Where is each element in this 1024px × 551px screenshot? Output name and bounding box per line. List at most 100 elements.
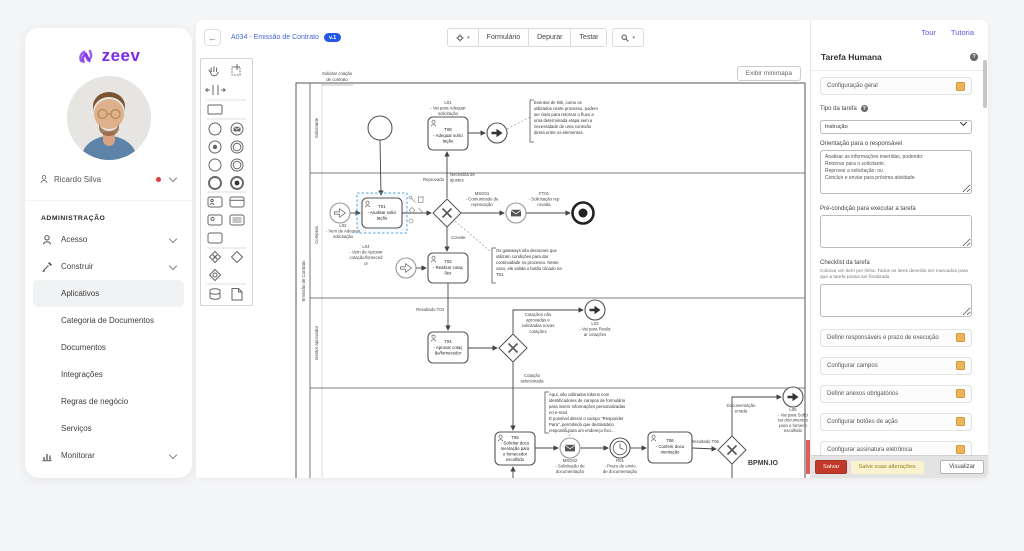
hand-tool-icon[interactable] [208, 66, 219, 77]
create-dataobject-icon[interactable] [231, 288, 243, 301]
section-definir-responsaveis[interactable]: Definir responsáveis e prazo de execução [820, 328, 972, 347]
create-message-start-event-icon[interactable] [230, 122, 244, 136]
annotation-link-events[interactable]: Eventos de link, como os utilizados neste… [529, 99, 598, 143]
form-button[interactable]: Formulário [477, 28, 530, 47]
link-throw-event-l01[interactable] [486, 122, 508, 144]
sidebar-item-integracoes[interactable]: Integrações [33, 361, 184, 388]
create-intermediate-catch-event-icon[interactable] [230, 140, 244, 154]
timer-event-r01[interactable] [609, 437, 631, 459]
section-configurar-assinatura[interactable]: Configurar assinatura eletrônica [820, 440, 972, 456]
flow-label-doc-errada: Documentação errada [727, 403, 757, 414]
gateway-t01-result[interactable] [432, 198, 462, 228]
panel-body: Configuração geral Tipo da tarefa ? Inst… [811, 71, 981, 456]
orientation-label: Orientação para o responsável [820, 141, 903, 147]
settings-dropdown[interactable]: ▾ [447, 28, 479, 47]
sidebar-item-categoria-de-documentos[interactable]: Categoria de Documentos [33, 307, 184, 334]
sidebar-item-regras-de-negocio[interactable]: Regras de negócio [33, 388, 184, 415]
user-menu[interactable]: Ricardo Silva [25, 170, 192, 188]
section-configuracao-geral[interactable]: Configuração geral [820, 77, 972, 95]
precondition-textarea[interactable] [820, 215, 972, 248]
section-configurar-botoes[interactable]: Configurar botões de ação [820, 412, 972, 431]
create-complex-gateway-icon[interactable] [208, 268, 222, 282]
sidebar-item-servicos[interactable]: Serviços [33, 415, 184, 442]
start-event[interactable] [367, 115, 393, 141]
task-t02[interactable]: T02- Realizar cotaç ões [427, 252, 469, 284]
task-type-select[interactable]: Instrução [820, 120, 972, 134]
create-end-event-icon[interactable] [208, 176, 222, 190]
message-send-event-msg02[interactable] [559, 437, 581, 459]
bpmn-canvas[interactable]: Exibir minimapa Emissão de Contrato Soli… [196, 55, 810, 478]
terminate-end-event[interactable] [571, 201, 595, 225]
create-receive-task-icon[interactable] [207, 214, 223, 226]
create-exclusive-gateway-icon[interactable] [208, 250, 222, 264]
task-t06[interactable]: T06- Conferir docu mentação [647, 431, 693, 464]
task-type-label: Tipo da tarefa ? [820, 105, 868, 112]
context-pad[interactable] [408, 195, 425, 224]
zoom-dropdown[interactable]: ▾ [612, 28, 644, 47]
l03-label: L03- Vai para Realiz ar cotações [579, 321, 610, 337]
r01-label: R01- Prazo de envio de documentação [603, 458, 638, 474]
create-parallel-gateway-icon[interactable] [230, 250, 244, 264]
flow-label-resultado-t06: Resultado T06 [691, 439, 719, 444]
sidebar-item-monitorar[interactable]: Monitorar [33, 442, 184, 469]
gateway-t06-result[interactable] [717, 435, 747, 465]
create-script-task-icon[interactable] [229, 214, 245, 226]
link-catch-event-l02[interactable] [329, 202, 351, 224]
panel-header: Tarefa Humana ? [811, 44, 988, 71]
svg-text:Os gateways são decisores queu: Os gateways são decisores que utilizam co… [496, 248, 562, 277]
create-service-task-icon[interactable] [229, 196, 245, 208]
task-t05[interactable]: T05- Solicitar docu mentação para o fornec… [494, 431, 536, 466]
back-button[interactable]: ← [204, 29, 221, 46]
checklist-textarea[interactable] [820, 283, 972, 317]
orientation-textarea[interactable]: Analisar as informações inseridas, poden… [820, 150, 972, 194]
create-start-event-icon[interactable] [208, 122, 222, 136]
preview-button[interactable]: Visualizar [940, 460, 984, 474]
save-button[interactable]: Salvar [815, 460, 848, 474]
create-task-icon[interactable] [207, 232, 223, 244]
flow-label-cotacao-sel: Cotação selecionada [521, 373, 545, 384]
brand-name: zeev [101, 46, 141, 65]
unsaved-changes-note: Salve suas alterações. [851, 460, 924, 474]
panel-footer: Salvar Salve suas alterações. Visualizar [811, 455, 988, 478]
link-throw-event-l03[interactable] [584, 299, 606, 321]
help-icon[interactable]: ? [970, 53, 978, 61]
sidebar-item-aplicativos[interactable]: Aplicativos [33, 280, 184, 307]
status-dot [156, 176, 161, 182]
debug-button[interactable]: Depurar [528, 28, 572, 47]
gateway-t04-result[interactable] [498, 333, 528, 363]
lane-label-gestor: Gestor aprovador [314, 325, 319, 360]
create-participant-icon[interactable] [207, 104, 223, 115]
l02-label: L02- Vem de Adequar solicitação [326, 223, 361, 239]
create-intermediate-throw-event-icon[interactable] [208, 140, 222, 154]
create-datastore-icon[interactable] [209, 288, 221, 300]
section-definir-anexos[interactable]: Definir anexos obrigatórios [820, 384, 972, 403]
create-double-event-icon[interactable] [230, 158, 244, 172]
tutorial-link[interactable]: Tutoria [951, 28, 974, 37]
magnifier-icon [621, 34, 630, 42]
create-user-task-icon[interactable] [207, 196, 223, 208]
tour-link[interactable]: Tour [921, 28, 936, 37]
svg-text:Eventos de link, como osutiliz: Eventos de link, como os utilizados neste… [534, 100, 598, 135]
task-t01-selected[interactable]: T01- Analisar solici tação [356, 192, 408, 234]
section-edit-icon [956, 417, 965, 427]
test-button[interactable]: Testar [570, 28, 608, 47]
create-boundary-event-icon[interactable] [208, 158, 222, 172]
version-badge: v.1 [323, 33, 342, 42]
annotation-tokens[interactable]: Aqui, são utilizados tokens com identific… [544, 391, 626, 434]
help-icon[interactable]: ? [860, 105, 868, 112]
space-tool-icon[interactable] [205, 85, 226, 95]
link-throw-event-l05[interactable] [782, 386, 804, 408]
sidebar-item-construir[interactable]: Construir [33, 253, 184, 280]
panel-scrollbar[interactable] [983, 60, 987, 108]
sidebar-item-documentos[interactable]: Documentos [33, 334, 184, 361]
task-t08[interactable]: T08- Adequar solici tação [427, 116, 469, 151]
section-configurar-campos[interactable]: Configurar campos [820, 356, 972, 375]
show-minimap-button[interactable]: Exibir minimapa [736, 66, 801, 81]
lasso-tool-icon[interactable] [231, 64, 241, 76]
annotation-gateways[interactable]: Os gateways são decisores que utilizam co… [491, 247, 562, 284]
create-terminate-event-icon[interactable] [230, 176, 244, 190]
message-send-event-msg01[interactable] [505, 202, 527, 224]
sidebar-item-acesso[interactable]: Acesso [33, 226, 184, 253]
task-t04[interactable]: T04- Aprovar cotaç ão/fornecedor [427, 331, 469, 364]
link-catch-event-l04[interactable] [395, 257, 417, 279]
